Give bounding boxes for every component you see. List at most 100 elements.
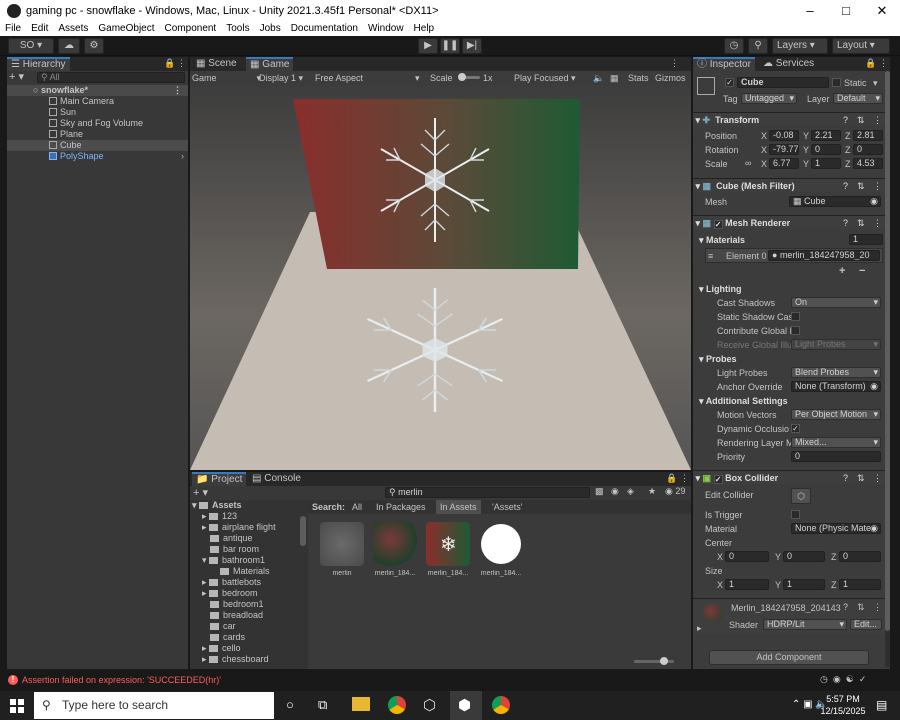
shader-edit-button[interactable]: Edit... <box>850 619 882 630</box>
scale-slider[interactable] <box>458 73 480 81</box>
menu-file[interactable]: File <box>0 22 26 36</box>
position-y[interactable]: 2.21 <box>811 130 841 141</box>
cortana-icon[interactable]: ○ <box>286 697 294 712</box>
constrain-proportions-icon[interactable]: ∞ <box>745 158 751 168</box>
favorite-icon[interactable]: ★ <box>648 486 656 497</box>
materials-foldout[interactable]: ▾ Materials <box>699 235 745 246</box>
tab-scene[interactable]: ▦ Scene <box>192 57 241 71</box>
collab-icon[interactable]: ⚙ <box>84 38 104 54</box>
layer-dropdown[interactable]: Default ▾ <box>833 93 883 104</box>
project-search-input[interactable]: ⚲ merlin <box>385 487 590 498</box>
active-checkbox[interactable]: ✓ <box>725 78 734 87</box>
help-icon[interactable]: ? <box>843 113 848 127</box>
size-z[interactable]: 1 <box>839 579 881 590</box>
asset-thumbnail-merlin[interactable] <box>320 522 364 566</box>
debug-icon[interactable]: ◉ <box>833 674 841 684</box>
tree-item[interactable]: breadload <box>210 610 308 621</box>
tree-item[interactable]: ▸ cello <box>202 643 308 654</box>
material-foldout-arrow-icon[interactable]: ▸ <box>697 623 702 634</box>
tree-item[interactable]: Materials <box>220 566 308 577</box>
rotation-y[interactable]: 0 <box>811 144 841 155</box>
hierarchy-item-polyshape[interactable]: PolyShape › <box>7 151 188 162</box>
presets-icon[interactable]: ⇅ <box>857 602 865 613</box>
is-trigger-checkbox[interactable] <box>791 510 800 519</box>
materials-count[interactable]: 1 <box>849 234 883 245</box>
history-icon[interactable]: ◷ <box>724 38 744 54</box>
anchor-override-field[interactable]: None (Transform) ◉ <box>791 381 881 392</box>
mesh-renderer-enabled-checkbox[interactable]: ✓ <box>713 220 723 229</box>
component-menu-icon[interactable]: ⋮ <box>873 113 882 127</box>
inspector-scrollbar[interactable] <box>885 71 890 667</box>
tab-services[interactable]: ☁ Services <box>759 57 818 71</box>
minimize-button[interactable]: – <box>792 0 828 22</box>
menu-edit[interactable]: Edit <box>26 22 53 36</box>
scale-slider-thumb[interactable] <box>458 73 466 81</box>
tree-item[interactable]: ▸ bedroom <box>202 588 308 599</box>
grid-icon[interactable]: ▦ <box>610 71 619 85</box>
hierarchy-item-plane[interactable]: Plane <box>7 129 188 140</box>
inspector-scrollbar-thumb[interactable] <box>885 71 890 631</box>
rotation-x[interactable]: -79.77 <box>769 144 799 155</box>
menu-tools[interactable]: Tools <box>221 22 254 36</box>
presets-icon[interactable]: ⇅ <box>857 471 865 485</box>
light-probes-dropdown[interactable]: Blend Probes ▾ <box>791 367 881 378</box>
chrome-profile-icon[interactable] <box>492 696 510 714</box>
center-x[interactable]: 0 <box>725 551 769 562</box>
size-x[interactable]: 1 <box>725 579 769 590</box>
static-dropdown[interactable]: ▾ <box>873 78 878 89</box>
lighting-foldout[interactable]: ▾ Lighting <box>699 284 742 295</box>
tab-hierarchy[interactable]: ☰ Hierarchy <box>7 57 70 71</box>
layout-dropdown[interactable]: Layout ▾ <box>832 38 890 54</box>
clock-date[interactable]: 12/15/2025 <box>818 706 868 716</box>
tag-dropdown[interactable]: Untagged ▾ <box>741 93 797 104</box>
taskbar-search-input[interactable]: ⚲ Type here to search <box>34 692 274 719</box>
project-menu-dots-icon[interactable]: ⋮ <box>680 473 689 484</box>
asset-thumbnail-material[interactable] <box>373 522 417 566</box>
box-collider-enabled-checkbox[interactable]: ✓ <box>713 475 723 484</box>
tag-icon[interactable]: ◈ <box>627 486 634 497</box>
edit-collider-button[interactable]: ⬡ <box>791 488 811 504</box>
drag-handle-icon[interactable]: ≡ <box>708 251 713 261</box>
priority-field[interactable]: 0 <box>791 451 881 462</box>
search-icon[interactable]: ⚲ <box>748 38 768 54</box>
center-z[interactable]: 0 <box>839 551 881 562</box>
check-icon[interactable]: ✓ <box>859 674 867 684</box>
contribute-gi-checkbox[interactable] <box>791 326 800 335</box>
menu-window[interactable]: Window <box>363 22 409 36</box>
project-add-button[interactable]: + ▾ <box>193 486 208 499</box>
probes-foldout[interactable]: ▾ Probes <box>699 354 737 365</box>
static-checkbox[interactable] <box>832 78 841 87</box>
close-button[interactable]: ✕ <box>864 0 900 22</box>
pause-button[interactable]: ❚❚ <box>440 38 460 54</box>
transform-header[interactable]: ▾ ✚ Transform? ⇅ ⋮ <box>693 112 890 126</box>
help-icon[interactable]: ? <box>843 216 848 230</box>
dynamic-occlusion-checkbox[interactable]: ✓ <box>791 424 800 433</box>
tree-item[interactable]: ▾ bathroom1 <box>202 555 308 566</box>
layers-dropdown[interactable]: Layers ▾ <box>772 38 828 54</box>
task-view-icon[interactable]: ⧉ <box>318 697 327 713</box>
stats-button[interactable]: Stats <box>628 71 649 85</box>
box-collider-header[interactable]: ▾ ▣ ✓ Box Collider? ⇅ ⋮ <box>693 470 890 484</box>
component-menu-icon[interactable]: ⋮ <box>873 216 882 230</box>
help-icon[interactable]: ? <box>843 471 848 485</box>
tree-item[interactable]: bar room <box>210 544 308 555</box>
filter-by-label-icon[interactable]: ◉ <box>611 486 619 497</box>
mesh-renderer-header[interactable]: ▾ ▦ ✓ Mesh Renderer? ⇅ ⋮ <box>693 215 890 229</box>
menu-documentation[interactable]: Documentation <box>286 22 363 36</box>
filter-by-type-icon[interactable]: ▩ <box>595 486 604 497</box>
position-x[interactable]: -0.08 <box>769 130 799 141</box>
cast-shadows-dropdown[interactable]: On ▾ <box>791 297 881 308</box>
presets-icon[interactable]: ⇅ <box>857 179 865 193</box>
thumbnail-size-slider[interactable] <box>634 657 674 665</box>
object-picker-icon[interactable]: ◉ <box>870 197 878 206</box>
lock-icon[interactable]: 🔒 <box>666 473 677 484</box>
mesh-field[interactable]: ▦ Cube ◉ <box>789 196 881 207</box>
tree-item[interactable]: car <box>210 621 308 632</box>
add-component-button[interactable]: Add Component <box>709 650 869 665</box>
menu-jobs[interactable]: Jobs <box>255 22 286 36</box>
windows-start-icon[interactable] <box>10 699 24 713</box>
tree-item[interactable]: ▸ 123 <box>202 511 308 522</box>
scale-z[interactable]: 4.53 <box>853 158 883 169</box>
chrome-icon[interactable] <box>388 696 406 714</box>
menu-component[interactable]: Component <box>160 22 222 36</box>
